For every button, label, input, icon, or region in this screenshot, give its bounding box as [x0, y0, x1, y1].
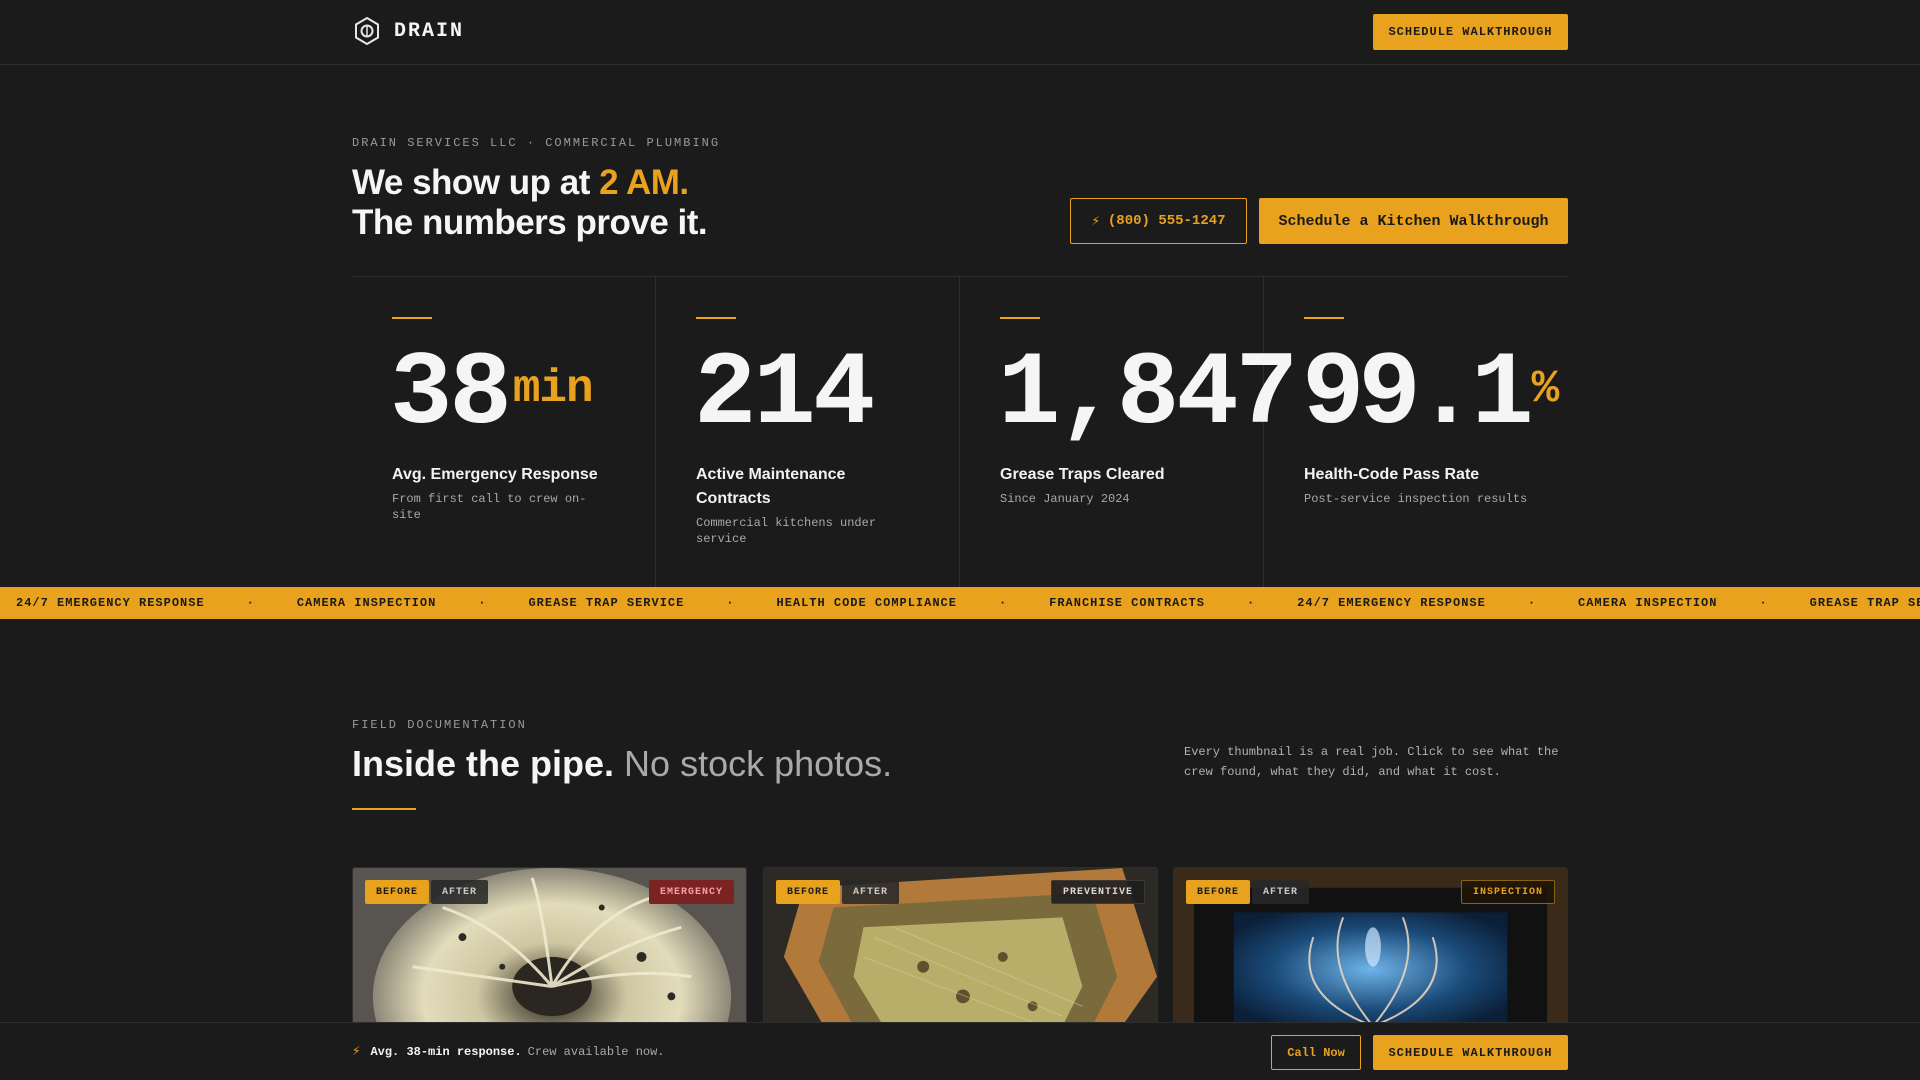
sticky-message-strong: Avg. 38-min response.	[370, 1044, 522, 1059]
stat-accent-bar	[696, 317, 736, 319]
services-ticker: 24/7 EMERGENCY RESPONSE · CAMERA INSPECTIO…	[0, 587, 1920, 619]
stat-unit: %	[1531, 363, 1560, 415]
stat-label: Health-Code Pass Rate	[1304, 466, 1480, 483]
ticker-track: 24/7 EMERGENCY RESPONSE · CAMERA INSPECTIO…	[16, 587, 1920, 619]
hero-phone-label: (800) 555-1247	[1107, 213, 1226, 229]
stat-description: Post-service inspection results	[1304, 492, 1528, 506]
ticker-item: GREASE TRAP SERVICE	[528, 596, 685, 610]
ticker-separator: ·	[726, 596, 735, 610]
ticker-item: CAMERA INSPECTION	[1578, 596, 1718, 610]
sticky-cta-bar: ⚡ Avg. 38-min response. Crew available n…	[0, 1022, 1920, 1080]
after-toggle[interactable]: AFTER	[431, 880, 489, 904]
before-toggle[interactable]: BEFORE	[365, 880, 430, 904]
bolt-icon: ⚡	[352, 1044, 361, 1060]
field-title-muted: No stock photos.	[614, 743, 893, 784]
ticker-separator: ·	[246, 596, 255, 610]
stat-accent-bar	[392, 317, 432, 319]
before-toggle[interactable]: BEFORE	[776, 880, 841, 904]
stat-value: 38min	[390, 335, 594, 455]
stat-description: Commercial kitchens under service	[696, 516, 877, 546]
job-tag: PREVENTIVE	[1050, 880, 1145, 904]
stat-number: 1,847	[998, 336, 1298, 454]
ticker-separator: ·	[1527, 596, 1537, 610]
after-toggle[interactable]: AFTER	[842, 880, 900, 904]
brand[interactable]: DRAIN	[352, 16, 464, 46]
sticky-schedule-button[interactable]: SCHEDULE WALKTHROUGH	[1373, 1035, 1568, 1070]
stat-value: 214	[694, 335, 875, 455]
stat-value: 1,847	[998, 335, 1298, 455]
stat-description: Since January 2024	[1000, 492, 1130, 506]
hero-title-prefix: We show up at	[352, 163, 600, 202]
stat-unit: min	[512, 363, 594, 415]
hex-logo-icon	[355, 16, 379, 46]
sticky-message-text: Crew available now.	[527, 1044, 665, 1059]
job-card-emergency[interactable]: BEFORE AFTER EMERGENCY	[352, 867, 747, 1027]
header-schedule-button[interactable]: SCHEDULE WALKTHROUGH	[1373, 14, 1568, 50]
stat-pass-rate: 99.1% Health-Code Pass Rate Post-service…	[1264, 277, 1568, 587]
hero-eyebrow: DRAIN SERVICES LLC · COMMERCIAL PLUMBING	[352, 136, 721, 150]
bolt-icon: ⚡	[1091, 213, 1100, 230]
field-eyebrow: FIELD DOCUMENTATION	[352, 718, 527, 732]
ticker-item: CAMERA INSPECTION	[296, 596, 437, 610]
stat-number: 38	[390, 336, 512, 454]
job-tag: INSPECTION	[1460, 880, 1555, 904]
ticker-separator: ·	[1759, 596, 1768, 610]
site-header: DRAIN SCHEDULE WALKTHROUGH	[0, 0, 1920, 65]
stat-accent-bar	[1000, 317, 1040, 319]
ticker-item: GREASE TRAP SERVICE	[1809, 596, 1920, 610]
stat-number: 214	[694, 336, 875, 454]
before-toggle[interactable]: BEFORE	[1186, 880, 1251, 904]
hero-title-accent: 2 AM.	[599, 163, 689, 202]
call-now-button[interactable]: Call Now	[1271, 1035, 1361, 1070]
ticker-item: 24/7 EMERGENCY RESPONSE	[1297, 596, 1486, 610]
field-description: Every thumbnail is a real job. Click to …	[1184, 745, 1559, 779]
ticker-separator: ·	[998, 596, 1008, 610]
stat-contracts: 214 Active Maintenance Contracts Commerc…	[656, 277, 960, 587]
brand-name: DRAIN	[394, 19, 465, 43]
ticker-item: FRANCHISE CONTRACTS	[1049, 596, 1205, 610]
stat-response: 38min Avg. Emergency Response From first…	[352, 277, 656, 587]
sticky-message: ⚡ Avg. 38-min response. Crew available n…	[352, 1043, 665, 1060]
stat-label: Active Maintenance Contracts	[696, 466, 846, 507]
hero-title: We show up at 2 AM. The numbers prove it…	[352, 163, 708, 243]
field-title-underline	[352, 808, 416, 810]
ticker-separator: ·	[478, 596, 487, 610]
stat-grease-traps: 1,847 Grease Traps Cleared Since January…	[960, 277, 1298, 587]
ticker-item: HEALTH CODE COMPLIANCE	[776, 596, 957, 610]
ticker-item: 24/7 EMERGENCY RESPONSE	[16, 596, 205, 610]
hero-schedule-button[interactable]: Schedule a Kitchen Walkthrough	[1259, 198, 1568, 244]
stat-number: 99.1	[1302, 336, 1534, 454]
hero-phone-button[interactable]: ⚡ (800) 555-1247	[1070, 198, 1247, 244]
stat-description: From first call to crew on-site	[392, 492, 587, 522]
field-title: Inside the pipe. No stock photos.	[352, 742, 892, 786]
field-title-strong: Inside the pipe.	[352, 743, 615, 784]
stat-label: Grease Traps Cleared	[1000, 466, 1165, 483]
stat-value: 99.1%	[1302, 335, 1560, 455]
stat-label: Avg. Emergency Response	[392, 466, 598, 483]
stats-grid: 38min Avg. Emergency Response From first…	[352, 276, 1568, 587]
job-card-inspection[interactable]: BEFORE AFTER INSPECTION	[1173, 867, 1568, 1027]
stat-accent-bar	[1304, 317, 1344, 319]
after-toggle[interactable]: AFTER	[1252, 880, 1310, 904]
job-tag: EMERGENCY	[648, 880, 734, 904]
hero-title-line2: The numbers prove it.	[352, 203, 708, 242]
job-card-preventive[interactable]: BEFORE AFTER PREVENTIVE	[763, 867, 1158, 1027]
ticker-separator: ·	[1246, 596, 1256, 610]
